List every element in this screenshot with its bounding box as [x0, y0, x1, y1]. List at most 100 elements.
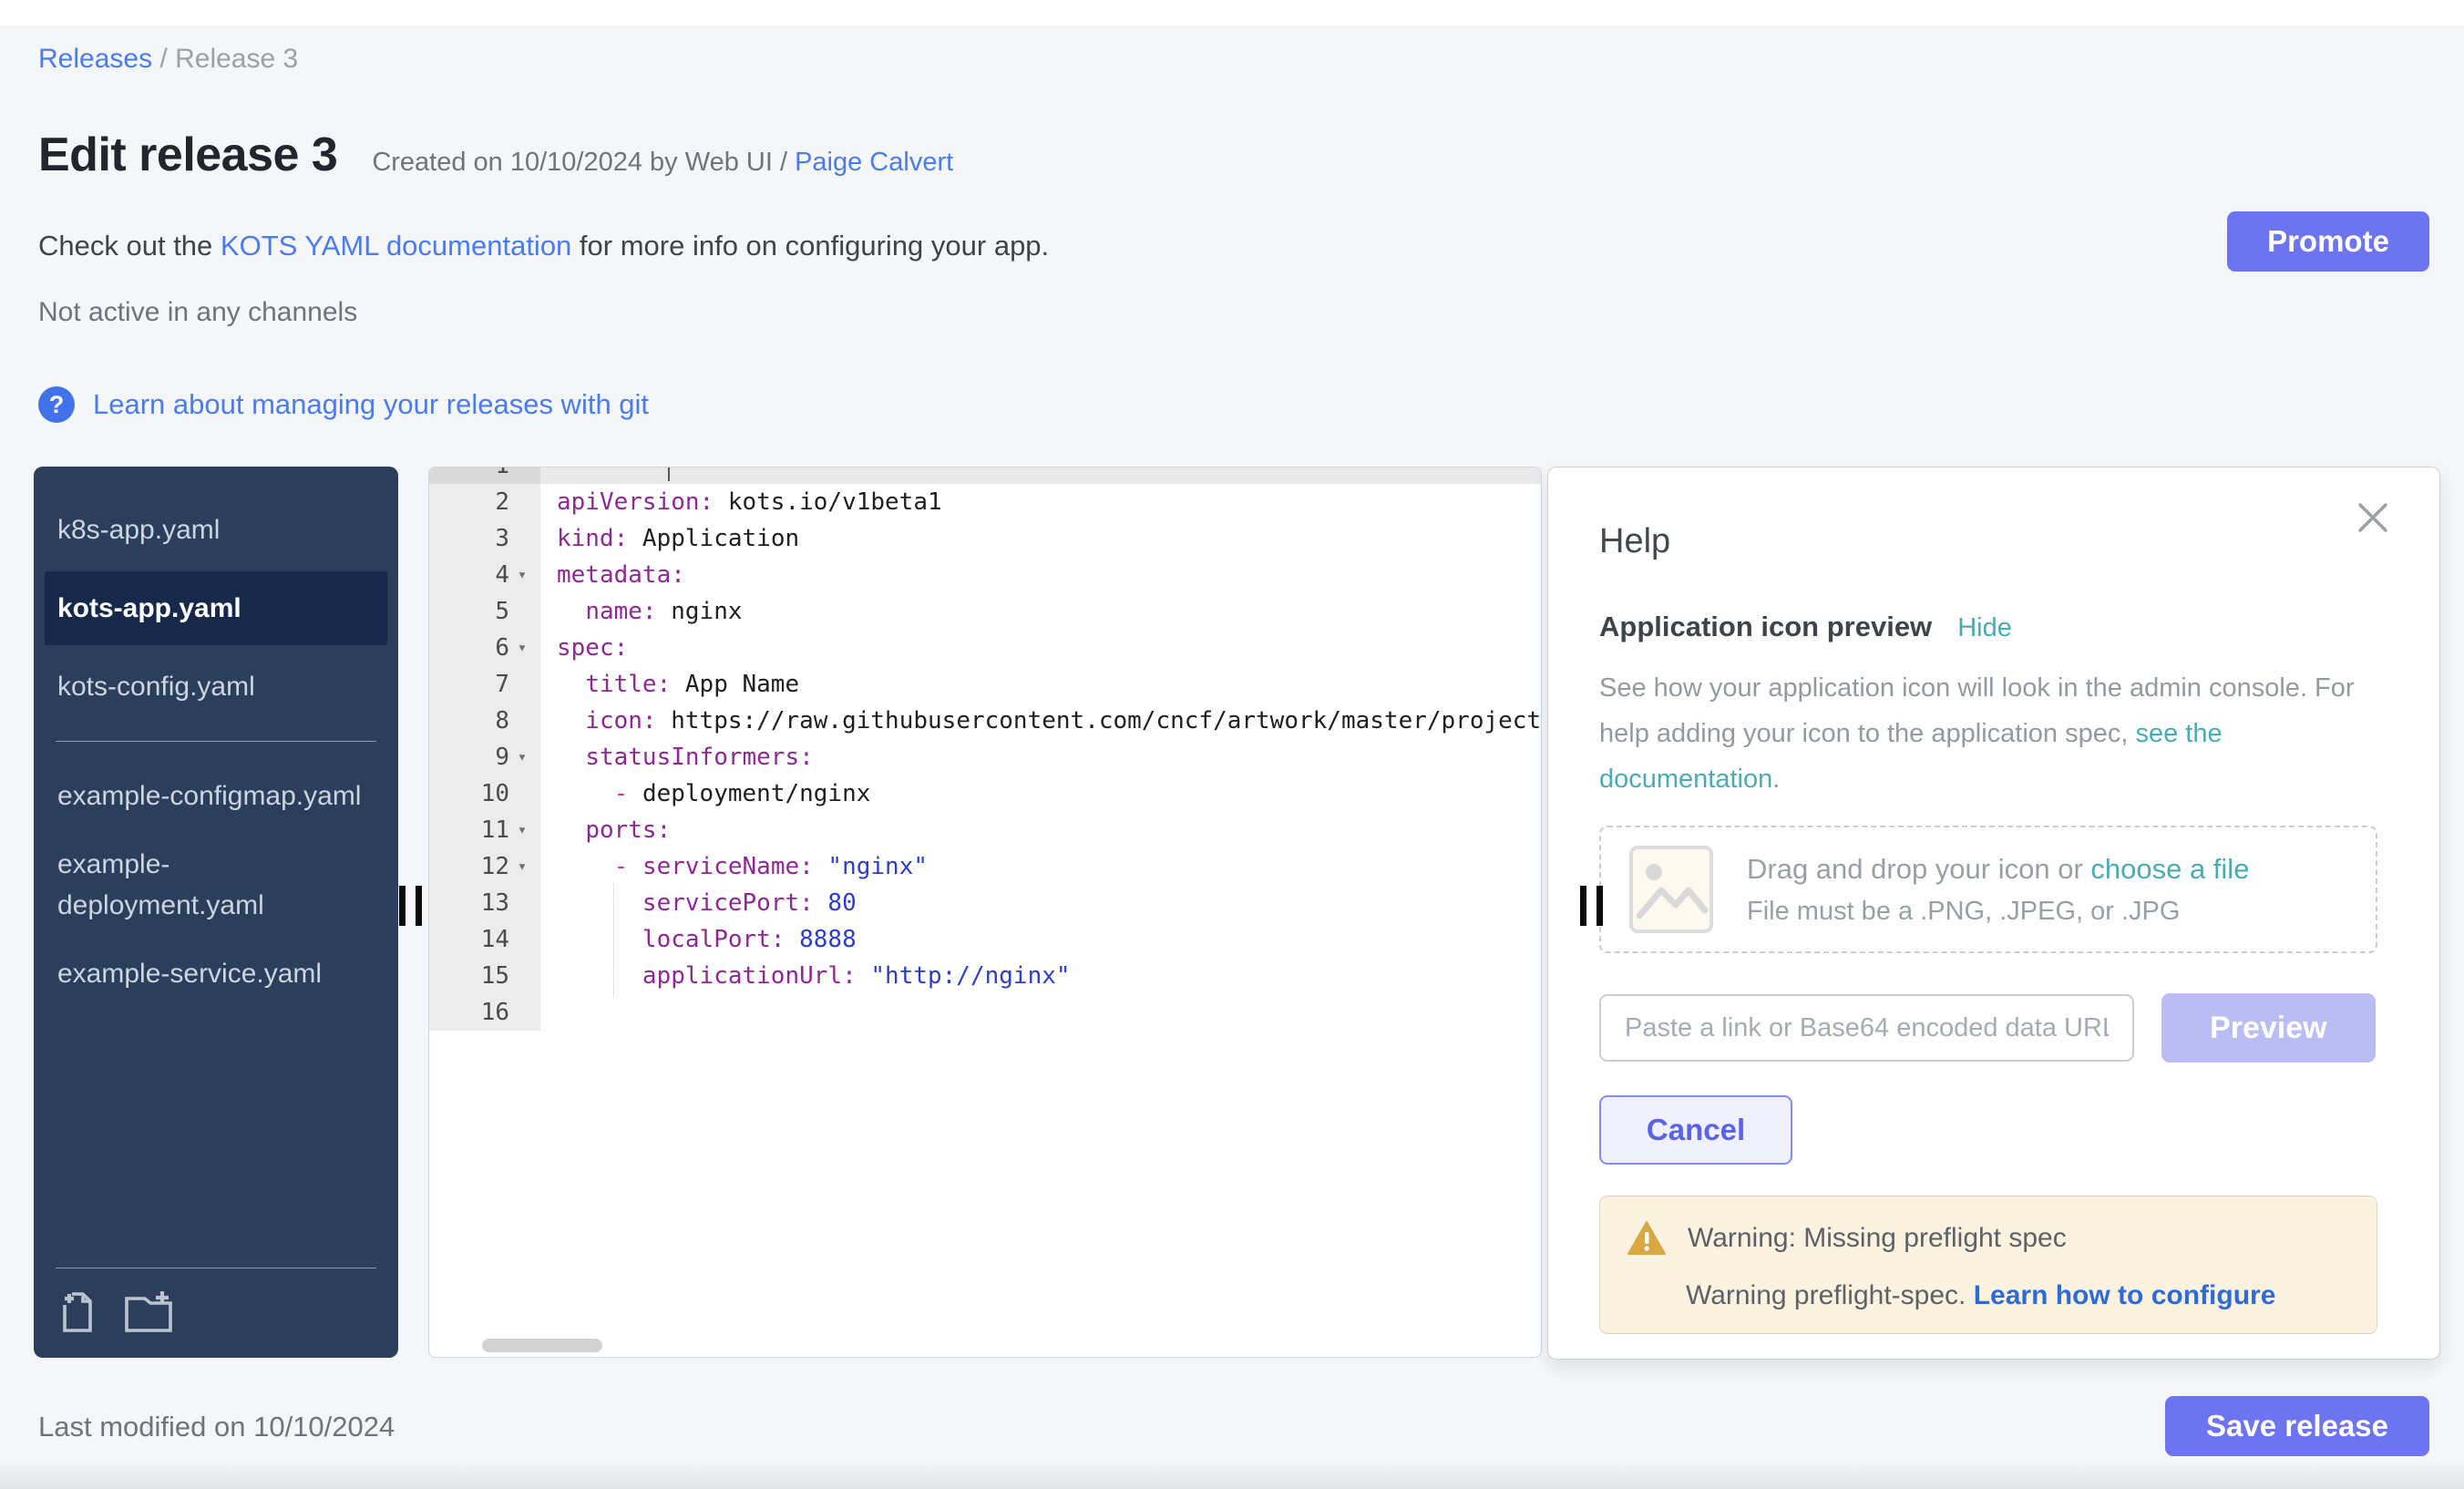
code-text[interactable]: metadata: [540, 557, 1541, 593]
code-text[interactable]: statusInformers: [540, 739, 1541, 775]
code-line-3[interactable]: 3▾kind: Application [429, 520, 1541, 557]
sidebar-resize-handle[interactable] [399, 886, 422, 926]
gutter-cell: 12▾ [429, 848, 540, 885]
code-line-13[interactable]: 13▾ servicePort: 80 [429, 885, 1541, 921]
warning-detail: Warning preflight-spec. Learn how to con… [1627, 1280, 2349, 1311]
gutter-cell: 1▾ [429, 467, 540, 484]
file-tree-sidebar: k8s-app.yaml kots-app.yaml kots-config.yam… [34, 467, 398, 1358]
icon-preview-description: See how your application icon will look … [1599, 665, 2401, 802]
code-line-9[interactable]: 9▾ statusInformers: [429, 739, 1541, 775]
code-line-8[interactable]: 8▾ icon: https://raw.githubusercontent.c… [429, 703, 1541, 739]
breadcrumb-releases-link[interactable]: Releases [38, 44, 152, 74]
code-text[interactable]: servicePort: 80 [540, 885, 1541, 921]
code-text[interactable]: kind: Application [540, 520, 1541, 557]
drag-bar [1596, 886, 1603, 926]
code-line-5[interactable]: 5▾ name: nginx [429, 593, 1541, 630]
line-number: 16 [481, 994, 509, 1031]
drag-bar [399, 886, 406, 926]
git-releases-link[interactable]: Learn about managing your releases with … [93, 388, 649, 421]
code-line-7[interactable]: 7▾ title: App Name [429, 666, 1541, 703]
sidebar-file-kots-app.yaml[interactable]: kots-app.yaml [45, 571, 387, 645]
line-number: 8 [495, 703, 509, 739]
fold-arrow-icon[interactable]: ▾ [509, 848, 535, 885]
icon-url-input[interactable] [1599, 994, 2134, 1062]
editor-horizontal-scrollbar[interactable] [482, 1339, 602, 1352]
code-text[interactable]: icon: https://raw.githubusercontent.com/… [540, 703, 1541, 739]
code-text[interactable]: spec: [540, 630, 1541, 666]
sidebar-file-k8s-app.yaml[interactable]: k8s-app.yaml [34, 496, 398, 564]
fold-arrow-icon[interactable]: ▾ [509, 630, 535, 666]
code-line-4[interactable]: 4▾metadata: [429, 557, 1541, 593]
new-file-icon[interactable] [56, 1290, 99, 1334]
breadcrumb-separator: / [152, 44, 175, 74]
new-folder-icon[interactable] [123, 1290, 174, 1334]
text-cursor [668, 467, 670, 481]
code-text[interactable]: name: nginx [540, 593, 1541, 630]
hide-link[interactable]: Hide [1957, 613, 2012, 643]
sidebar-file-example-deployment.yaml[interactable]: example-deployment.yaml [34, 830, 398, 940]
code-text[interactable]: applicationUrl: "http://nginx" [540, 958, 1541, 994]
cancel-button[interactable]: Cancel [1599, 1095, 1792, 1165]
gutter-cell: 8▾ [429, 703, 540, 739]
line-number: 11 [481, 812, 509, 848]
code-line-10[interactable]: 10▾ - deployment/nginx [429, 775, 1541, 812]
code-line-1[interactable]: 1▾--- [429, 467, 1541, 484]
code-text[interactable]: apiVersion: kots.io/v1beta1 [540, 484, 1541, 520]
created-by-text: Created on 10/10/2024 by Web UI / Paige … [372, 148, 953, 178]
code-line-15[interactable]: 15▾ applicationUrl: "http://nginx" [429, 958, 1541, 994]
code-text[interactable]: - serviceName: "nginx" [540, 848, 1541, 885]
code-text[interactable]: title: App Name [540, 666, 1541, 703]
code-text[interactable]: localPort: 8888 [540, 921, 1541, 958]
channel-status: Not active in any channels [38, 297, 357, 328]
save-release-button[interactable]: Save release [2165, 1396, 2429, 1456]
sidebar-file-example-service.yaml[interactable]: example-service.yaml [34, 940, 398, 1008]
line-number: 1 [495, 467, 509, 484]
doc-hint-line: Check out the KOTS YAML documentation fo… [38, 230, 1049, 262]
gutter-cell: 7▾ [429, 666, 540, 703]
gutter-cell: 5▾ [429, 593, 540, 630]
kots-yaml-doc-link[interactable]: KOTS YAML documentation [221, 230, 571, 262]
line-number: 9 [495, 739, 509, 775]
doc-suffix: for more info on configuring your app. [571, 230, 1049, 262]
preview-button[interactable]: Preview [2161, 993, 2376, 1063]
code-text[interactable]: --- [540, 467, 1541, 484]
line-number: 6 [495, 630, 509, 666]
choose-file-link[interactable]: choose a file [2090, 853, 2249, 885]
icon-dropzone[interactable]: Drag and drop your icon or choose a file… [1599, 826, 2377, 953]
promote-button[interactable]: Promote [2227, 211, 2429, 272]
help-panel-resize-handle[interactable] [1580, 886, 1603, 926]
sidebar-file-example-configmap.yaml[interactable]: example-configmap.yaml [34, 762, 398, 830]
code-line-16[interactable]: 16▾ [429, 994, 1541, 1031]
image-placeholder-icon [1628, 845, 1714, 934]
code-line-6[interactable]: 6▾spec: [429, 630, 1541, 666]
icon-url-row: Preview [1599, 993, 2376, 1063]
gutter-cell: 4▾ [429, 557, 540, 593]
fold-arrow-icon[interactable]: ▾ [509, 557, 535, 593]
fold-arrow-icon[interactable]: ▾ [509, 739, 535, 775]
top-strip [0, 0, 2464, 26]
code-line-11[interactable]: 11▾ ports: [429, 812, 1541, 848]
breadcrumb: Releases / Release 3 [38, 44, 298, 75]
dropzone-main-text: Drag and drop your icon or [1747, 853, 2090, 885]
code-text[interactable] [540, 994, 1541, 1031]
last-modified-text: Last modified on 10/10/2024 [38, 1411, 395, 1443]
code-line-12[interactable]: 12▾ - serviceName: "nginx" [429, 848, 1541, 885]
code-text[interactable]: - deployment/nginx [540, 775, 1541, 812]
gutter-cell: 13▾ [429, 885, 540, 921]
bottom-fade [0, 1458, 2464, 1489]
page-title: Edit release 3 [38, 128, 337, 182]
configure-preflight-link[interactable]: Learn how to configure [1974, 1280, 2276, 1310]
warning-title: Warning: Missing preflight spec [1688, 1223, 2067, 1254]
code-text[interactable]: ports: [540, 812, 1541, 848]
yaml-code-editor[interactable]: 1▾---2▾apiVersion: kots.io/v1beta13▾kind… [428, 467, 1542, 1358]
gutter-cell: 3▾ [429, 520, 540, 557]
author-link[interactable]: Paige Calvert [795, 148, 953, 177]
indent-guide [613, 885, 614, 996]
release-editor-page: Releases / Release 3 Edit release 3 Crea… [0, 0, 2464, 1489]
code-line-2[interactable]: 2▾apiVersion: kots.io/v1beta1 [429, 484, 1541, 520]
sidebar-file-kots-config.yaml[interactable]: kots-config.yaml [34, 652, 398, 721]
fold-arrow-icon[interactable]: ▾ [509, 812, 535, 848]
code-line-14[interactable]: 14▾ localPort: 8888 [429, 921, 1541, 958]
breadcrumb-current: Release 3 [175, 44, 298, 74]
close-icon[interactable] [2354, 498, 2392, 537]
